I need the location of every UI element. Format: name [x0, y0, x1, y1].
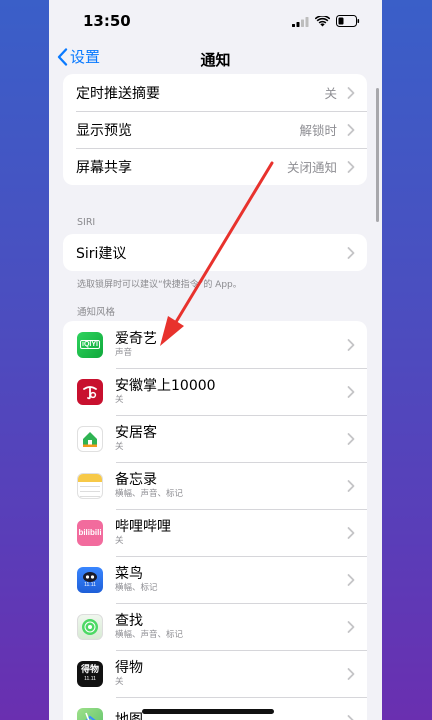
siri-footnote: 选取锁屏时可以建议“快捷指令”的 App。: [77, 280, 242, 290]
app-name: 哔哩哔哩: [115, 518, 171, 535]
app-row-anhui-10000[interactable]: 安徽掌上10000 关: [63, 368, 367, 415]
cellular-signal-icon: [292, 16, 309, 27]
page-title: 通知: [200, 51, 231, 69]
row-value: 关: [324, 86, 337, 101]
row-label: Siri建议: [76, 245, 127, 262]
navigation-bar: 设置 通知: [49, 44, 382, 76]
app-notification-style: 横幅、声音、标记: [115, 629, 184, 640]
find-my-icon: [77, 613, 103, 640]
app-row-notes[interactable]: 备忘录 横幅、声音、标记: [63, 462, 367, 509]
chevron-right-icon: [347, 432, 355, 445]
chevron-right-icon: [347, 338, 355, 351]
anjuke-icon: [77, 425, 103, 452]
app-row-bilibili[interactable]: bilibili 哔哩哔哩 关: [63, 509, 367, 556]
chevron-right-icon: [347, 123, 355, 136]
radar-icon: [82, 618, 98, 635]
cainiao-badge-text: 11.11: [84, 582, 96, 588]
app-row-anjuke[interactable]: 安居客 关: [63, 415, 367, 462]
row-value: 解锁时: [299, 123, 337, 138]
status-time: 13:50: [83, 12, 131, 30]
status-icons: [292, 15, 360, 27]
row-label: 显示预览: [76, 122, 132, 139]
chevron-right-icon: [347, 86, 355, 99]
app-name: 查找: [115, 612, 143, 629]
app-list: iQIYI 爱奇艺 声音 安徽掌上10000 关 安居客 关 备忘录 横幅、声音…: [63, 321, 367, 720]
app-notification-style: 声音: [115, 347, 133, 358]
dewu-icon-text: 得物: [80, 665, 99, 675]
app-name: 菜鸟: [115, 565, 143, 582]
section-header-siri: SIRI: [77, 217, 96, 228]
app-notification-style: 横幅、标记: [115, 582, 158, 593]
app-name: 安居客: [115, 424, 157, 441]
app-row-iqiyi[interactable]: iQIYI 爱奇艺 声音: [63, 321, 367, 368]
app-row-cainiao[interactable]: 11.11 菜鸟 横幅、标记: [63, 556, 367, 603]
chevron-right-icon: [347, 385, 355, 398]
chevron-right-icon: [347, 667, 355, 680]
chevron-right-icon: [347, 526, 355, 539]
settings-group: 定时推送摘要 关 显示预览 解锁时 屏幕共享 关闭通知: [63, 74, 367, 185]
chevron-right-icon: [347, 573, 355, 586]
chevron-right-icon: [347, 246, 355, 259]
app-notification-style: 关: [115, 676, 124, 687]
row-show-previews[interactable]: 显示预览 解锁时: [63, 111, 367, 148]
row-siri-suggestions[interactable]: Siri建议: [63, 234, 367, 271]
chevron-right-icon: [347, 479, 355, 492]
app-row-dewu[interactable]: 得物 11.11 得物 关: [63, 650, 367, 697]
scroll-indicator[interactable]: [376, 88, 379, 222]
row-scheduled-summary[interactable]: 定时推送摘要 关: [63, 74, 367, 111]
app-name: 安徽掌上10000: [115, 377, 216, 394]
app-notification-style: 关: [115, 535, 124, 546]
row-label: 定时推送摘要: [76, 85, 160, 102]
app-name: 地图: [115, 712, 143, 720]
maps-icon: [77, 707, 103, 720]
app-notification-style: 关: [115, 394, 124, 405]
siri-group: Siri建议: [63, 234, 367, 271]
dewu-icon: 得物 11.11: [77, 660, 103, 687]
house-icon: [83, 431, 97, 447]
app-name: 备忘录: [115, 471, 157, 488]
row-value: 关闭通知: [286, 160, 337, 175]
bird-face-icon: [83, 572, 97, 582]
china-telecom-logo: [83, 385, 97, 399]
row-screen-sharing[interactable]: 屏幕共享 关闭通知: [63, 148, 367, 185]
cainiao-icon: 11.11: [77, 566, 103, 593]
notes-icon: [77, 472, 103, 499]
app-name: 得物: [115, 659, 143, 676]
iqiyi-icon-text: iQIYI: [80, 340, 100, 349]
bilibili-icon: bilibili: [77, 519, 103, 546]
app-notification-style: 横幅、声音、标记: [115, 488, 184, 499]
section-header-notification-style: 通知风格: [77, 307, 116, 318]
app-row-find-my[interactable]: 查找 横幅、声音、标记: [63, 603, 367, 650]
map-route-icon: [85, 712, 97, 720]
app-notification-style: 关: [115, 441, 124, 452]
iqiyi-icon: iQIYI: [77, 331, 103, 358]
chevron-right-icon: [347, 714, 355, 720]
status-bar: 13:50: [49, 0, 382, 44]
china-telecom-icon: [77, 378, 103, 405]
home-indicator[interactable]: [142, 709, 274, 714]
battery-icon: [336, 15, 360, 27]
row-label: 屏幕共享: [76, 159, 132, 176]
phone-screen: 13:50 设置 通知 定时推送摘要 关 显示预览 解锁时 屏幕共享 关闭通知 …: [49, 0, 382, 720]
chevron-right-icon: [347, 160, 355, 173]
wifi-icon: [315, 15, 330, 26]
dewu-badge-text: 11.11: [84, 676, 96, 682]
bilibili-icon-text: bilibili: [78, 528, 102, 537]
chevron-right-icon: [347, 620, 355, 633]
app-name: 爱奇艺: [115, 330, 157, 347]
